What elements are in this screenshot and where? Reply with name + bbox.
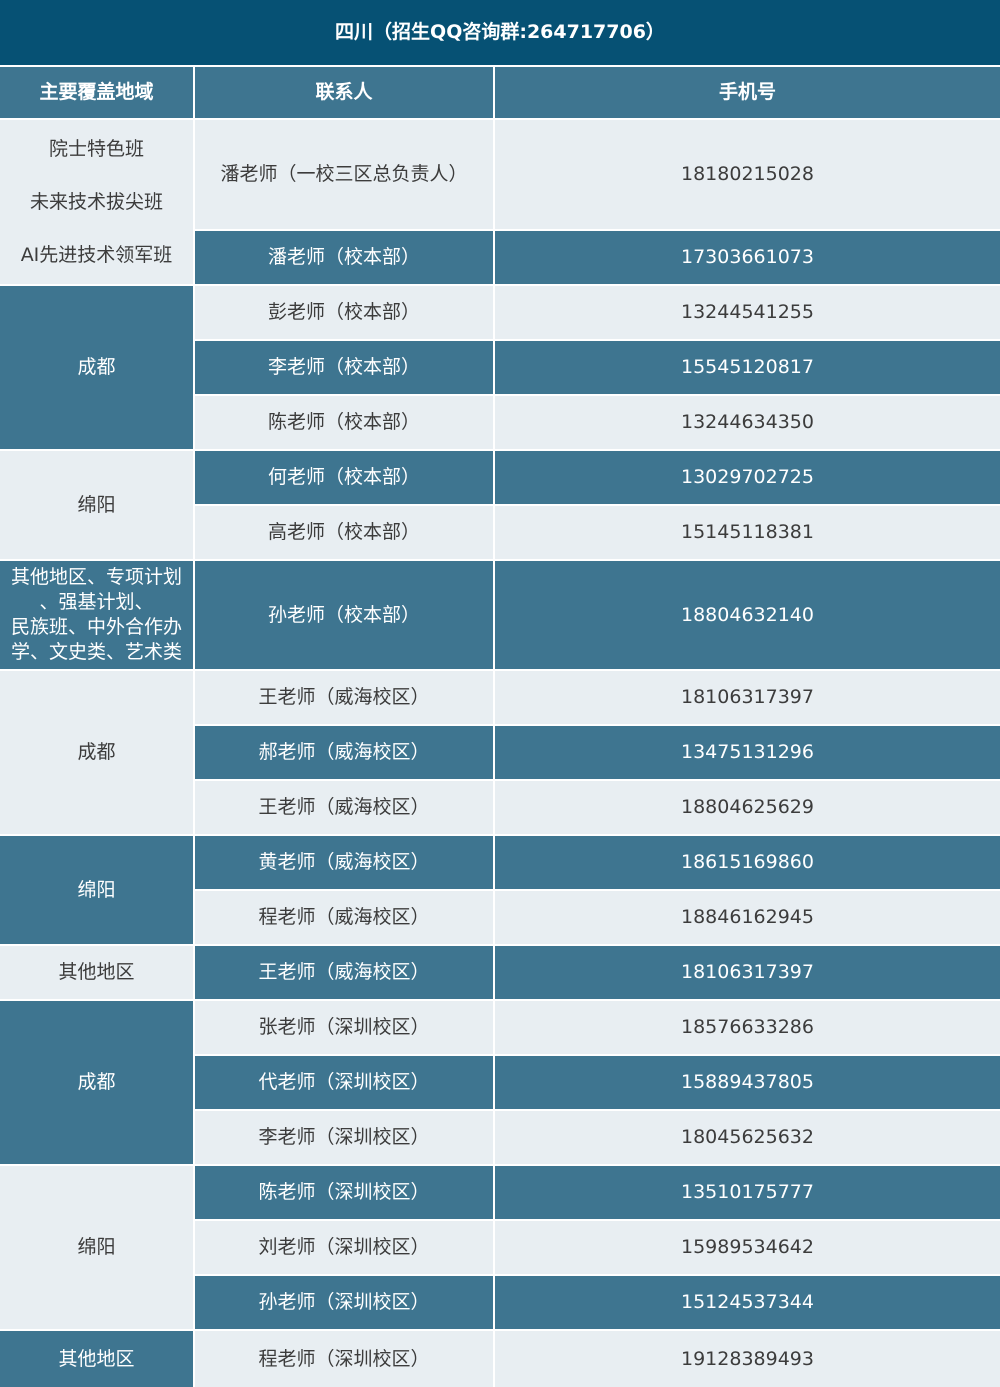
region-cell: 其他地区 xyxy=(0,946,193,999)
phone-cell: 13475131296 xyxy=(495,726,1000,779)
region-line: AI先进技术领军班 xyxy=(20,243,173,266)
phone-cell: 15545120817 xyxy=(495,341,1000,394)
region-line: 成都 xyxy=(77,356,116,378)
phone-cell: 17303661073 xyxy=(495,231,1000,284)
region-cell: 院士特色班未来技术拔尖班 AI先进技术领军班 xyxy=(0,120,193,284)
phone-cell: 18045625632 xyxy=(495,1111,1000,1164)
contact-cell: 张老师（深圳校区） xyxy=(195,1001,493,1054)
contact-cell: 郝老师（威海校区） xyxy=(195,726,493,779)
contact-cell: 代老师（深圳校区） xyxy=(195,1056,493,1109)
header-contact: 联系人 xyxy=(195,67,493,118)
phone-cell: 18576633286 xyxy=(495,1001,1000,1054)
table-title: 四川（招生QQ咨询群:264717706） xyxy=(0,0,1000,65)
region-line: 院士特色班 xyxy=(48,137,144,160)
phone-cell: 15145118381 xyxy=(495,506,1000,559)
phone-cell: 18106317397 xyxy=(495,946,1000,999)
phone-cell: 18804632140 xyxy=(495,561,1000,669)
contact-cell: 刘老师（深圳校区） xyxy=(195,1221,493,1274)
contact-cell: 黄老师（威海校区） xyxy=(195,836,493,889)
region-line: 其他地区 xyxy=(58,961,135,983)
phone-cell: 13244541255 xyxy=(495,286,1000,339)
contact-cell: 李老师（校本部） xyxy=(195,341,493,394)
region-cell: 绵阳 xyxy=(0,836,193,944)
contact-cell: 王老师（威海校区） xyxy=(195,781,493,834)
contact-cell: 王老师（威海校区） xyxy=(195,671,493,724)
phone-cell: 18106317397 xyxy=(495,671,1000,724)
contact-cell: 潘老师（校本部） xyxy=(195,231,493,284)
phone-cell: 15989534642 xyxy=(495,1221,1000,1274)
phone-cell: 18846162945 xyxy=(495,891,1000,944)
phone-cell: 18804625629 xyxy=(495,781,1000,834)
contact-cell: 高老师（校本部） xyxy=(195,506,493,559)
phone-cell: 18180215028 xyxy=(495,120,1000,229)
contact-cell: 潘老师（一校三区总负责人） xyxy=(195,120,493,229)
region-line: 其他地区 xyxy=(58,1347,135,1370)
region-cell: 绵阳 xyxy=(0,451,193,559)
region-line: 绵阳 xyxy=(77,1236,116,1258)
region-cell: 其他地区、专项计划 、强基计划、民族班、中外合作办 学、文史类、艺术类 xyxy=(0,561,193,669)
contact-cell: 陈老师（校本部） xyxy=(195,396,493,449)
phone-cell: 13244634350 xyxy=(495,396,1000,449)
region-cell: 绵阳 xyxy=(0,1166,193,1329)
phone-cell: 15124537344 xyxy=(495,1276,1000,1329)
region-line: 成都 xyxy=(77,1071,116,1093)
contact-table: 四川（招生QQ咨询群:264717706） 主要覆盖地域 联系人 手机号 院士特… xyxy=(0,0,1000,1387)
contact-cell: 彭老师（校本部） xyxy=(195,286,493,339)
region-cell: 成都 xyxy=(0,671,193,834)
region-cell: 其他地区 xyxy=(0,1331,193,1387)
region-line: 绵阳 xyxy=(77,878,116,901)
region-line: 绵阳 xyxy=(77,493,116,516)
region-line: 未来技术拔尖班 xyxy=(29,190,163,213)
region-line: 其他地区、专项计划 xyxy=(10,566,182,588)
contact-cell: 王老师（威海校区） xyxy=(195,946,493,999)
contact-cell: 陈老师（深圳校区） xyxy=(195,1166,493,1219)
phone-cell: 13510175777 xyxy=(495,1166,1000,1219)
phone-cell: 15889437805 xyxy=(495,1056,1000,1109)
header-phone: 手机号 xyxy=(495,67,1000,118)
contact-cell: 孙老师（校本部） xyxy=(195,561,493,669)
region-cell: 成都 xyxy=(0,286,193,449)
region-line: 民族班、中外合作办 xyxy=(10,616,182,638)
contact-cell: 李老师（深圳校区） xyxy=(195,1111,493,1164)
contact-cell: 何老师（校本部） xyxy=(195,451,493,504)
contact-cell: 程老师（深圳校区） xyxy=(195,1331,493,1387)
contact-cell: 程老师（威海校区） xyxy=(195,891,493,944)
phone-cell: 18615169860 xyxy=(495,836,1000,889)
contact-cell: 孙老师（深圳校区） xyxy=(195,1276,493,1329)
region-cell: 成都 xyxy=(0,1001,193,1164)
phone-cell: 19128389493 xyxy=(495,1331,1000,1387)
region-line: 成都 xyxy=(77,741,116,763)
header-region: 主要覆盖地域 xyxy=(0,67,193,118)
phone-cell: 13029702725 xyxy=(495,451,1000,504)
region-line: 学、文史类、艺术类 xyxy=(10,641,182,663)
region-line: 、强基计划、 xyxy=(39,591,154,613)
